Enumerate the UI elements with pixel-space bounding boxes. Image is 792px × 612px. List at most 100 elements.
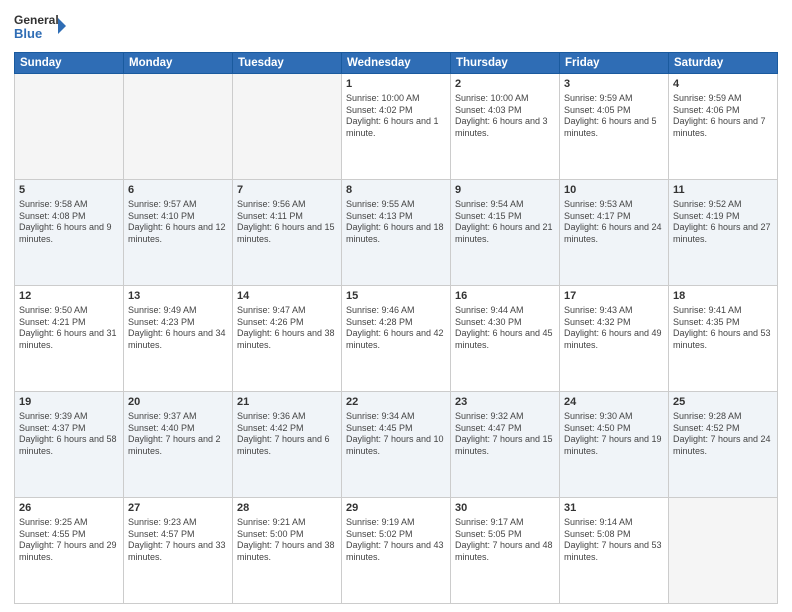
day-number: 6: [128, 183, 228, 198]
header: General Blue: [14, 10, 778, 46]
day-info: Sunrise: 9:52 AM Sunset: 4:19 PM Dayligh…: [673, 199, 773, 246]
day-number: 1: [346, 77, 446, 92]
day-info: Sunrise: 9:17 AM Sunset: 5:05 PM Dayligh…: [455, 517, 555, 564]
weekday-header-row: SundayMondayTuesdayWednesdayThursdayFrid…: [15, 53, 778, 74]
weekday-header: Friday: [560, 53, 669, 74]
day-info: Sunrise: 9:44 AM Sunset: 4:30 PM Dayligh…: [455, 305, 555, 352]
calendar-week-row: 1Sunrise: 10:00 AM Sunset: 4:02 PM Dayli…: [15, 74, 778, 180]
day-info: Sunrise: 9:47 AM Sunset: 4:26 PM Dayligh…: [237, 305, 337, 352]
weekday-header: Saturday: [669, 53, 778, 74]
day-info: Sunrise: 9:14 AM Sunset: 5:08 PM Dayligh…: [564, 517, 664, 564]
day-info: Sunrise: 9:58 AM Sunset: 4:08 PM Dayligh…: [19, 199, 119, 246]
calendar-week-row: 5Sunrise: 9:58 AM Sunset: 4:08 PM Daylig…: [15, 180, 778, 286]
calendar-cell: 23Sunrise: 9:32 AM Sunset: 4:47 PM Dayli…: [451, 392, 560, 498]
weekday-header: Thursday: [451, 53, 560, 74]
day-number: 21: [237, 395, 337, 410]
day-number: 19: [19, 395, 119, 410]
day-info: Sunrise: 10:00 AM Sunset: 4:02 PM Daylig…: [346, 93, 446, 140]
day-info: Sunrise: 9:39 AM Sunset: 4:37 PM Dayligh…: [19, 411, 119, 458]
logo: General Blue: [14, 10, 66, 46]
calendar-cell: 22Sunrise: 9:34 AM Sunset: 4:45 PM Dayli…: [342, 392, 451, 498]
day-info: Sunrise: 9:56 AM Sunset: 4:11 PM Dayligh…: [237, 199, 337, 246]
day-info: Sunrise: 9:41 AM Sunset: 4:35 PM Dayligh…: [673, 305, 773, 352]
day-info: Sunrise: 9:28 AM Sunset: 4:52 PM Dayligh…: [673, 411, 773, 458]
calendar-cell: 31Sunrise: 9:14 AM Sunset: 5:08 PM Dayli…: [560, 498, 669, 604]
calendar-cell: 20Sunrise: 9:37 AM Sunset: 4:40 PM Dayli…: [124, 392, 233, 498]
day-number: 11: [673, 183, 773, 198]
day-number: 23: [455, 395, 555, 410]
calendar-cell: [669, 498, 778, 604]
calendar-cell: 9Sunrise: 9:54 AM Sunset: 4:15 PM Daylig…: [451, 180, 560, 286]
day-number: 3: [564, 77, 664, 92]
svg-text:General: General: [14, 13, 59, 27]
day-info: Sunrise: 10:00 AM Sunset: 4:03 PM Daylig…: [455, 93, 555, 140]
day-number: 29: [346, 501, 446, 516]
calendar-cell: 13Sunrise: 9:49 AM Sunset: 4:23 PM Dayli…: [124, 286, 233, 392]
day-info: Sunrise: 9:43 AM Sunset: 4:32 PM Dayligh…: [564, 305, 664, 352]
day-number: 20: [128, 395, 228, 410]
calendar-cell: 17Sunrise: 9:43 AM Sunset: 4:32 PM Dayli…: [560, 286, 669, 392]
day-info: Sunrise: 9:49 AM Sunset: 4:23 PM Dayligh…: [128, 305, 228, 352]
day-info: Sunrise: 9:36 AM Sunset: 4:42 PM Dayligh…: [237, 411, 337, 458]
calendar-cell: 16Sunrise: 9:44 AM Sunset: 4:30 PM Dayli…: [451, 286, 560, 392]
weekday-header: Sunday: [15, 53, 124, 74]
weekday-header: Wednesday: [342, 53, 451, 74]
day-number: 25: [673, 395, 773, 410]
day-number: 28: [237, 501, 337, 516]
day-info: Sunrise: 9:50 AM Sunset: 4:21 PM Dayligh…: [19, 305, 119, 352]
calendar-cell: 5Sunrise: 9:58 AM Sunset: 4:08 PM Daylig…: [15, 180, 124, 286]
calendar-cell: 19Sunrise: 9:39 AM Sunset: 4:37 PM Dayli…: [15, 392, 124, 498]
day-number: 30: [455, 501, 555, 516]
day-number: 8: [346, 183, 446, 198]
day-info: Sunrise: 9:57 AM Sunset: 4:10 PM Dayligh…: [128, 199, 228, 246]
day-info: Sunrise: 9:37 AM Sunset: 4:40 PM Dayligh…: [128, 411, 228, 458]
calendar-week-row: 19Sunrise: 9:39 AM Sunset: 4:37 PM Dayli…: [15, 392, 778, 498]
calendar-cell: 24Sunrise: 9:30 AM Sunset: 4:50 PM Dayli…: [560, 392, 669, 498]
day-info: Sunrise: 9:54 AM Sunset: 4:15 PM Dayligh…: [455, 199, 555, 246]
day-info: Sunrise: 9:19 AM Sunset: 5:02 PM Dayligh…: [346, 517, 446, 564]
calendar-cell: 12Sunrise: 9:50 AM Sunset: 4:21 PM Dayli…: [15, 286, 124, 392]
calendar-cell: 7Sunrise: 9:56 AM Sunset: 4:11 PM Daylig…: [233, 180, 342, 286]
calendar-cell: [15, 74, 124, 180]
calendar-table: SundayMondayTuesdayWednesdayThursdayFrid…: [14, 52, 778, 604]
calendar-cell: 8Sunrise: 9:55 AM Sunset: 4:13 PM Daylig…: [342, 180, 451, 286]
day-info: Sunrise: 9:53 AM Sunset: 4:17 PM Dayligh…: [564, 199, 664, 246]
page-container: General Blue SundayMondayTuesdayWednesda…: [0, 0, 792, 612]
calendar-cell: [124, 74, 233, 180]
day-number: 27: [128, 501, 228, 516]
day-info: Sunrise: 9:21 AM Sunset: 5:00 PM Dayligh…: [237, 517, 337, 564]
day-info: Sunrise: 9:23 AM Sunset: 4:57 PM Dayligh…: [128, 517, 228, 564]
day-number: 4: [673, 77, 773, 92]
calendar-cell: 29Sunrise: 9:19 AM Sunset: 5:02 PM Dayli…: [342, 498, 451, 604]
svg-text:Blue: Blue: [14, 26, 42, 41]
weekday-header: Monday: [124, 53, 233, 74]
day-number: 22: [346, 395, 446, 410]
day-number: 9: [455, 183, 555, 198]
calendar-cell: 21Sunrise: 9:36 AM Sunset: 4:42 PM Dayli…: [233, 392, 342, 498]
calendar-cell: 3Sunrise: 9:59 AM Sunset: 4:05 PM Daylig…: [560, 74, 669, 180]
day-number: 26: [19, 501, 119, 516]
day-number: 13: [128, 289, 228, 304]
day-info: Sunrise: 9:25 AM Sunset: 4:55 PM Dayligh…: [19, 517, 119, 564]
day-number: 2: [455, 77, 555, 92]
day-number: 10: [564, 183, 664, 198]
day-info: Sunrise: 9:30 AM Sunset: 4:50 PM Dayligh…: [564, 411, 664, 458]
calendar-cell: 11Sunrise: 9:52 AM Sunset: 4:19 PM Dayli…: [669, 180, 778, 286]
weekday-header: Tuesday: [233, 53, 342, 74]
calendar-body: 1Sunrise: 10:00 AM Sunset: 4:02 PM Dayli…: [15, 74, 778, 604]
calendar-week-row: 12Sunrise: 9:50 AM Sunset: 4:21 PM Dayli…: [15, 286, 778, 392]
calendar-cell: 28Sunrise: 9:21 AM Sunset: 5:00 PM Dayli…: [233, 498, 342, 604]
day-number: 5: [19, 183, 119, 198]
day-number: 24: [564, 395, 664, 410]
day-info: Sunrise: 9:55 AM Sunset: 4:13 PM Dayligh…: [346, 199, 446, 246]
calendar-cell: 15Sunrise: 9:46 AM Sunset: 4:28 PM Dayli…: [342, 286, 451, 392]
calendar-cell: 26Sunrise: 9:25 AM Sunset: 4:55 PM Dayli…: [15, 498, 124, 604]
day-number: 7: [237, 183, 337, 198]
logo-svg: General Blue: [14, 10, 66, 46]
day-number: 16: [455, 289, 555, 304]
calendar-week-row: 26Sunrise: 9:25 AM Sunset: 4:55 PM Dayli…: [15, 498, 778, 604]
calendar-cell: [233, 74, 342, 180]
calendar-cell: 1Sunrise: 10:00 AM Sunset: 4:02 PM Dayli…: [342, 74, 451, 180]
calendar-cell: 30Sunrise: 9:17 AM Sunset: 5:05 PM Dayli…: [451, 498, 560, 604]
day-info: Sunrise: 9:59 AM Sunset: 4:05 PM Dayligh…: [564, 93, 664, 140]
